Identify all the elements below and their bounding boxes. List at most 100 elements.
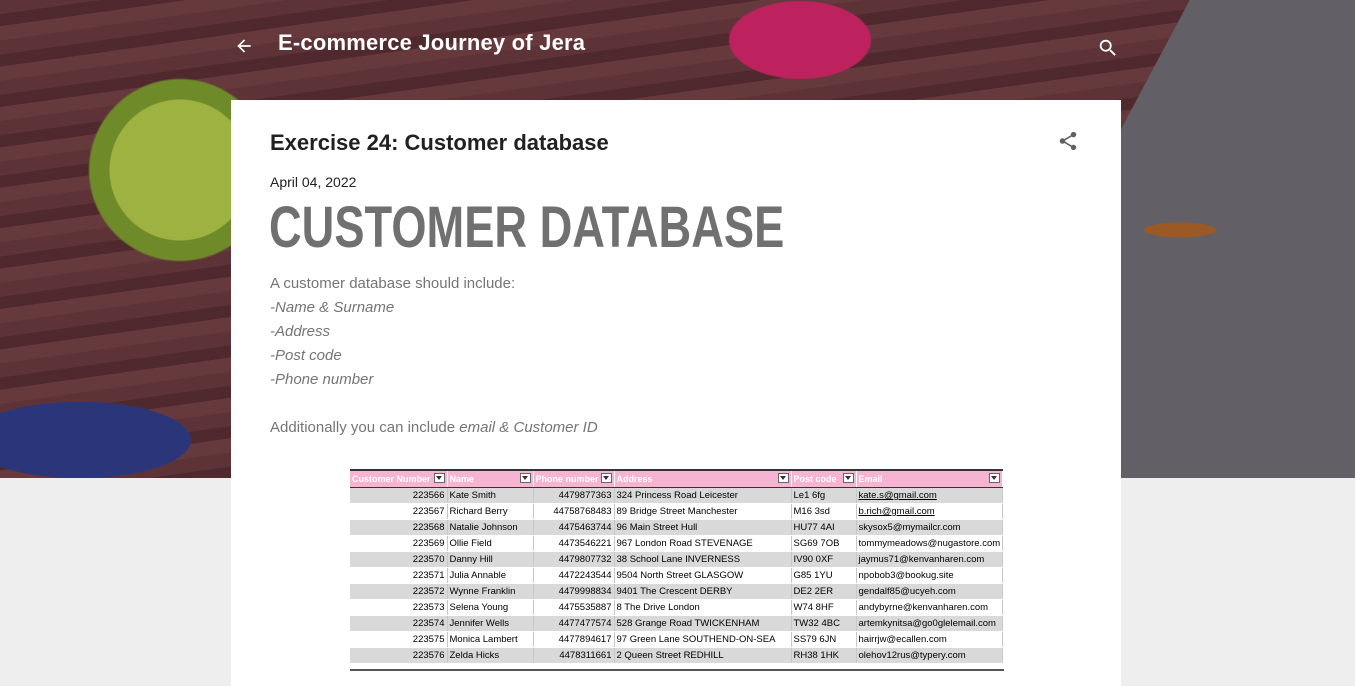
table-cell: 967 London Road STEVENAGE [614,535,792,552]
table-cell: Danny Hill [447,551,534,568]
table-cell: 223569 [350,535,448,552]
table-cell: tommymeadows@nugastore.com [856,535,1003,552]
filter-dropdown-icon [519,473,531,483]
table-cell: 4475535887 [533,599,615,616]
filter-dropdown-icon [600,473,612,483]
additional-prefix: Additionally you can include [270,419,460,436]
column-header: Email [856,469,1003,488]
column-header: Phone number [533,469,615,488]
sheet-header-row: Customer Number Name Phone number Address Po… [350,469,1003,488]
post-body: A customer database should include: -Nam… [270,272,598,440]
table-cell: 97 Green Lane SOUTHEND-ON-SEA [614,631,792,648]
column-header: Customer Number [350,469,448,488]
table-cell: 96 Main Street Hull [614,519,792,536]
site-title[interactable]: E-commerce Journey of Jera [278,30,585,56]
additional-italic: email & Customer ID [459,419,598,436]
table-cell: 223576 [350,647,448,664]
table-cell: 528 Grange Road TWICKENHAM [614,615,792,632]
table-cell: 223571 [350,567,448,584]
back-button[interactable] [230,32,258,60]
list-item: -Name & Surname [270,299,395,316]
column-header: Post code [791,469,857,488]
search-button[interactable] [1096,36,1120,60]
table-cell: 223567 [350,503,448,520]
table-cell: 8 The Drive London [614,599,792,616]
table-cell: TW32 4BC [791,615,857,632]
table-cell: G85 1YU [791,567,857,584]
table-cell: 9504 North Street GLASGOW [614,567,792,584]
filter-dropdown-icon [777,473,789,483]
table-cell: M16 3sd [791,503,857,520]
intro-text: A customer database should include: [270,275,516,292]
table-row: 223571 Julia Annable 4472243544 9504 North … [350,567,1003,584]
post-card: Exercise 24: Customer database April 04,… [231,100,1121,686]
table-cell: gendalf85@ucyeh.com [856,583,1003,600]
table-row: 223567 Richard Berry 44758768483 89 Bridge … [350,503,1003,520]
table-cell: 4478311661 [533,647,615,664]
share-button[interactable] [1057,130,1081,154]
table-cell: Selena Young [447,599,534,616]
table-row: 223566 Kate Smith 4479877363 324 Princess R… [350,487,1003,504]
column-header-label: Customer Number [352,474,431,484]
table-cell: 4475463744 [533,519,615,536]
filter-dropdown-icon [433,473,445,483]
table-cell: SS79 6JN [791,631,857,648]
table-cell: kate.s@gmail.com [856,487,1003,504]
table-cell: jaymus71@kenvanharen.com [856,551,1003,568]
list-item: -Address [270,323,331,340]
table-cell: W74 8HF [791,599,857,616]
table-cell: b.rich@gmail.com [856,503,1003,520]
table-cell: andybyrne@kenvanharen.com [856,599,1003,616]
table-cell: IV90 0XF [791,551,857,568]
table-cell: 223574 [350,615,448,632]
table-cell: Jennifer Wells [447,615,534,632]
table-row: 223568 Natalie Johnson 4475463744 96 Main S… [350,519,1003,536]
additional-text: Additionally you can include email & Cus… [270,416,598,440]
table-row: 223573 Selena Young 4475535887 8 The Drive … [350,599,1003,616]
post-title[interactable]: Exercise 24: Customer database [270,130,609,156]
table-cell: 4479807732 [533,551,615,568]
table-row: 223570 Danny Hill 4479807732 38 School Lane… [350,551,1003,568]
table-cell: 2 Queen Street REDHILL [614,647,792,664]
top-bar: E-commerce Journey of Jera [0,0,1355,92]
filter-dropdown-icon [988,473,1000,483]
table-cell: Ollie Field [447,535,534,552]
table-cell: 4472243544 [533,567,615,584]
table-cell: hairrjw@ecallen.com [856,631,1003,648]
table-cell: 223575 [350,631,448,648]
table-cell: artemkynitsa@go0glelemail.com [856,615,1003,632]
table-row: 223575 Monica Lambert 4477894617 97 Green L… [350,631,1003,648]
share-icon [1059,131,1077,151]
arrow-left-icon [237,39,251,53]
table-cell: 223570 [350,551,448,568]
table-cell: 4473546221 [533,535,615,552]
table-cell: 44758768483 [533,503,615,520]
table-row: 223572 Wynne Franklin 4479998834 9401 The C… [350,583,1003,600]
table-cell: 9401 The Crescent DERBY [614,583,792,600]
search-icon [1099,39,1116,56]
list-item: -Phone number [270,371,374,388]
column-header-label: Address [616,474,653,484]
filter-dropdown-icon [842,473,854,483]
table-cell: 4479877363 [533,487,615,504]
column-header-label: Phone number [535,474,599,484]
table-cell: HU77 4AI [791,519,857,536]
column-header-label: Name [449,474,475,484]
table-cell: Natalie Johnson [447,519,534,536]
table-cell: 223566 [350,487,448,504]
spreadsheet-image[interactable]: Customer Number Name Phone number Address Po… [350,469,1004,671]
post-date: April 04, 2022 [270,174,357,190]
table-cell: Richard Berry [447,503,534,520]
table-cell: Zelda Hicks [447,647,534,664]
table-cell: 4477894617 [533,631,615,648]
table-cell: RH38 1HK [791,647,857,664]
column-header-label: Email [858,474,883,484]
table-cell: npobob3@bookug.site [856,567,1003,584]
table-cell: Le1 6fg [791,487,857,504]
table-row: 223576 Zelda Hicks 4478311661 2 Queen Stree… [350,647,1003,664]
table-cell: 38 School Lane INVERNESS [614,551,792,568]
table-cell: 223573 [350,599,448,616]
table-cell: 89 Bridge Street Manchester [614,503,792,520]
column-header-label: Post code [793,474,837,484]
column-header: Name [447,469,534,488]
